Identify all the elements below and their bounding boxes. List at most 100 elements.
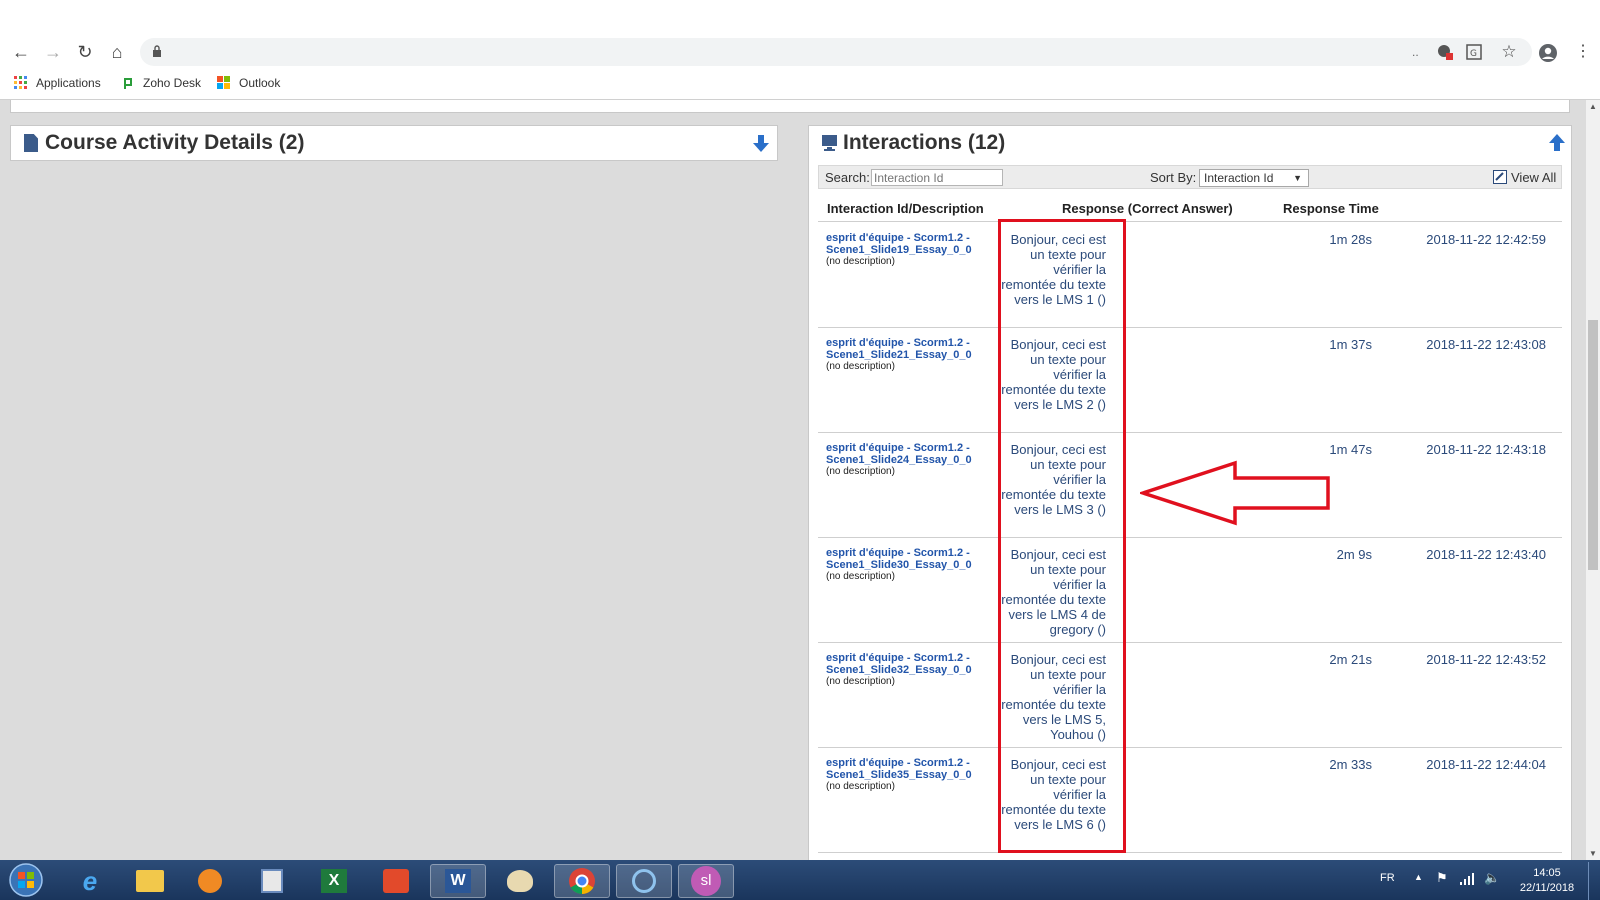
zoho-desk-icon [124,78,132,89]
panel-title: Course Activity Details (2) [45,131,305,154]
blocked-extension-icon[interactable] [1436,43,1454,61]
action-center-icon[interactable]: ⚑ [1436,870,1448,886]
column-header-time[interactable]: Response Time [1283,201,1379,216]
media-player-icon[interactable] [182,864,238,898]
app-icon[interactable] [616,864,672,898]
scroll-down-icon[interactable]: ▼ [1589,849,1597,858]
bookmark-outlook[interactable]: Outlook [217,76,280,90]
chevron-down-icon: ▼ [1293,173,1302,183]
interaction-description: (no description) [826,361,895,372]
scrollbar-thumb[interactable] [1588,320,1598,570]
windows-taskbar [0,860,1600,900]
lock-icon [153,45,161,57]
interactions-toolbar: Search: Sort By: Interaction Id ▼ View A… [818,165,1562,189]
bookmark-label: Applications [36,76,101,90]
previous-panel-edge [10,100,1570,113]
interaction-description: (no description) [826,781,895,792]
response-date: 2018-11-22 12:43:18 [1426,442,1546,457]
table-row: esprit d'équipe - Scorm1.2 - Scene1_Slide… [818,327,1562,432]
response-time: 2m 33s [1329,757,1372,772]
interaction-description: (no description) [826,466,895,477]
reload-icon[interactable]: ↻ [74,41,96,63]
interaction-description: (no description) [826,571,895,582]
access-icon[interactable] [244,864,300,898]
bookmark-label: Outlook [239,76,281,90]
sort-select[interactable]: Interaction Id ▼ [1199,169,1309,187]
chrome-icon[interactable] [554,864,610,898]
translate-icon[interactable]: G [1466,43,1484,61]
table-row: esprit d'équipe - Scorm1.2 - Scene1_Slide… [818,537,1562,642]
system-clock[interactable]: 14:05 22/11/2018 [1516,866,1578,896]
response-time: 2m 21s [1329,652,1372,667]
menu-dots-icon[interactable]: ⋮ [1572,41,1594,63]
response-time: 2m 9s [1336,547,1372,562]
svg-text:G: G [1470,49,1477,59]
apps-grid-icon [14,76,27,89]
user-avatar-icon[interactable]: sl [678,864,734,898]
interaction-id-link[interactable]: esprit d'équipe - Scorm1.2 - Scene1_Slide… [826,652,991,676]
windows-logo-icon [217,76,230,89]
clock-time: 14:05 [1533,867,1561,879]
url-overflow: .. [1412,45,1419,59]
interaction-id-link[interactable]: esprit d'équipe - Scorm1.2 - Scene1_Slide… [826,442,991,466]
bookmark-zoho-desk[interactable]: Zoho Desk [121,76,201,90]
paint-icon[interactable] [492,864,548,898]
home-icon[interactable]: ⌂ [106,41,128,63]
file-explorer-icon[interactable] [122,864,178,898]
page-scrollbar[interactable]: ▲ ▼ [1586,100,1600,860]
sort-value: Interaction Id [1204,171,1274,185]
column-header-id[interactable]: Interaction Id/Description [827,201,984,216]
forward-icon[interactable]: → [42,41,64,63]
interaction-id-link[interactable]: esprit d'équipe - Scorm1.2 - Scene1_Slide… [826,337,991,361]
annotation-arrow-icon [1140,460,1330,526]
row-divider [818,852,1562,853]
word-icon[interactable]: W [430,864,486,898]
panel-title: Interactions (12) [843,131,1006,154]
start-orb-icon[interactable] [8,862,44,898]
edit-checkbox-icon[interactable] [1493,170,1507,184]
internet-explorer-icon[interactable]: e [62,864,118,898]
search-input[interactable] [871,169,1003,186]
response-time: 1m 37s [1329,337,1372,352]
browser-tab-strip [0,0,1600,37]
bookmark-applications[interactable]: Applications [14,76,101,90]
interaction-id-link[interactable]: esprit d'équipe - Scorm1.2 - Scene1_Slide… [826,547,991,571]
scroll-up-icon[interactable]: ▲ [1589,102,1597,111]
network-signal-icon[interactable] [1460,873,1474,885]
response-time: 1m 28s [1329,232,1372,247]
back-icon[interactable]: ← [10,41,32,63]
response-date: 2018-11-22 12:42:59 [1426,232,1546,247]
course-activity-panel: Course Activity Details (2) [10,125,778,161]
pdf-icon[interactable] [368,864,424,898]
response-date: 2018-11-22 12:43:40 [1426,547,1546,562]
column-header-response[interactable]: Response (Correct Answer) [1062,201,1233,216]
show-desktop-button[interactable] [1588,862,1600,900]
excel-icon[interactable]: X [306,864,362,898]
volume-icon[interactable]: 🔈 [1484,870,1500,886]
tray-expand-icon[interactable]: ▲ [1414,872,1423,882]
response-time: 1m 47s [1329,442,1372,457]
user-badge: sl [691,866,721,896]
table-row: esprit d'équipe - Scorm1.2 - Scene1_Slide… [818,642,1562,747]
search-label: Search: [825,170,870,185]
view-all-link[interactable]: View All [1511,170,1556,185]
arrow-up-icon[interactable] [1549,134,1565,152]
table-row: esprit d'équipe - Scorm1.2 - Scene1_Slide… [818,222,1562,327]
interaction-description: (no description) [826,676,895,687]
table-row: esprit d'équipe - Scorm1.2 - Scene1_Slide… [818,747,1562,852]
star-icon[interactable]: ☆ [1498,41,1520,63]
arrow-down-icon[interactable] [753,135,769,153]
response-date: 2018-11-22 12:43:08 [1426,337,1546,352]
bookmark-label: Zoho Desk [143,76,202,90]
sort-label: Sort By: [1150,170,1197,185]
interaction-id-link[interactable]: esprit d'équipe - Scorm1.2 - Scene1_Slide… [826,757,991,781]
clock-date: 22/11/2018 [1519,882,1575,894]
response-date: 2018-11-22 12:43:52 [1426,652,1546,667]
interaction-id-link[interactable]: esprit d'équipe - Scorm1.2 - Scene1_Slide… [826,232,991,256]
language-indicator[interactable]: FR [1380,872,1395,884]
profile-icon[interactable] [1538,43,1558,63]
address-bar[interactable] [140,38,1532,66]
highlight-rectangle [998,219,1126,853]
response-date: 2018-11-22 12:44:04 [1426,757,1546,772]
interaction-description: (no description) [826,256,895,267]
